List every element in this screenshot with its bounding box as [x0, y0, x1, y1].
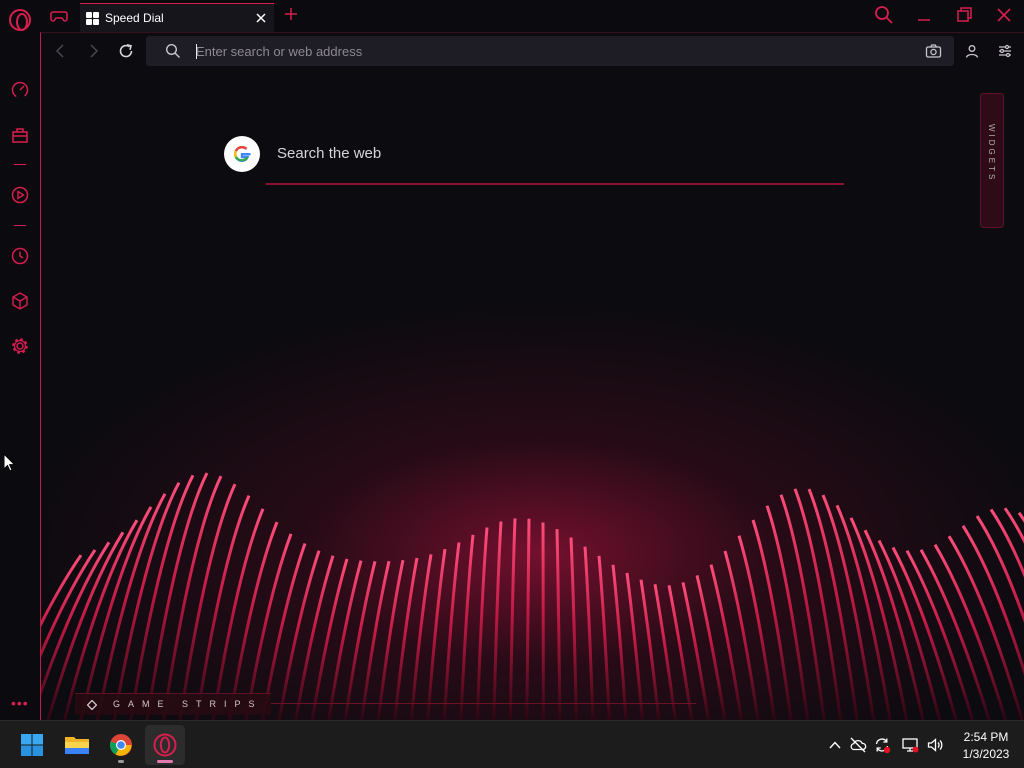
chevron-up-icon[interactable]	[826, 736, 844, 754]
minimize-icon[interactable]	[913, 4, 935, 26]
google-logo	[224, 136, 260, 172]
plus-icon[interactable]	[283, 6, 299, 22]
search-underline	[266, 183, 844, 185]
game-strips-button[interactable]: GAME STRIPS	[75, 693, 271, 715]
controller-icon[interactable]	[50, 8, 68, 24]
wave-strand	[569, 537, 578, 720]
wave-strand	[475, 527, 489, 720]
start-button[interactable]	[12, 725, 52, 765]
wave-strand	[327, 560, 363, 720]
play-circle-icon[interactable]	[9, 184, 31, 206]
windows-taskbar: 2:54 PM 1/3/2023	[0, 720, 1024, 768]
wave-background-art	[41, 472, 1024, 720]
wave-strand	[492, 521, 503, 720]
wave-strand	[211, 508, 265, 720]
address-input[interactable]	[196, 42, 896, 60]
wave-strand	[195, 494, 251, 720]
wave-strand	[821, 494, 876, 720]
wave-strand	[947, 535, 1024, 720]
shopping-bag-icon[interactable]	[9, 124, 31, 146]
wave-strand	[863, 529, 925, 720]
address-toolbar	[41, 33, 1024, 69]
more-icon[interactable]: •••	[11, 695, 29, 711]
wave-strand	[376, 559, 405, 720]
wave-strand	[508, 518, 517, 720]
taskbar-file-explorer[interactable]	[57, 725, 97, 765]
speed-dial-page: Search the web WIDGETS GAME STRIPS	[40, 32, 1024, 720]
wave-strand	[79, 506, 153, 720]
wave-strand	[442, 542, 461, 720]
wave-strand	[723, 550, 760, 720]
wave-strand	[46, 531, 125, 720]
chrome-icon	[109, 734, 132, 756]
wave-strand	[525, 518, 531, 720]
search-icon[interactable]	[873, 4, 895, 26]
game-strips-label: GAME STRIPS	[113, 699, 263, 709]
easy-setup-icon[interactable]	[997, 43, 1013, 59]
active-indicator	[157, 760, 173, 763]
wave-strand	[933, 543, 1008, 720]
sync-icon[interactable]	[873, 736, 891, 754]
profile-icon[interactable]	[964, 43, 980, 59]
folder-icon	[65, 737, 89, 754]
wave-strand	[426, 548, 447, 720]
wave-strand	[611, 564, 628, 720]
opera-gx-icon	[153, 733, 177, 757]
browser-titlebar: Speed Dial	[0, 0, 1024, 32]
volume-icon[interactable]	[926, 736, 944, 754]
search-icon	[165, 43, 180, 58]
search-the-web-input[interactable]: Search the web	[277, 145, 381, 162]
tab-speed-dial[interactable]: Speed Dial	[80, 3, 274, 32]
opera-gx-logo[interactable]	[9, 9, 31, 31]
wave-strand	[583, 546, 595, 720]
maximize-icon[interactable]	[953, 4, 975, 26]
network-icon[interactable]	[901, 736, 919, 754]
wave-strand	[360, 560, 391, 720]
gear-icon[interactable]	[9, 335, 31, 357]
close-icon[interactable]	[993, 4, 1015, 26]
reload-icon[interactable]	[116, 41, 136, 61]
address-bar[interactable]	[146, 36, 954, 66]
diamond-icon	[87, 700, 97, 710]
wave-strand	[695, 575, 727, 720]
wave-strand	[228, 521, 279, 720]
speed-dial-grid-icon	[86, 11, 99, 25]
system-clock[interactable]: 2:54 PM 1/3/2023	[955, 729, 1017, 763]
google-g-icon	[234, 145, 251, 163]
speedometer-icon[interactable]	[9, 79, 31, 101]
back-icon[interactable]	[51, 41, 71, 61]
mouse-cursor	[3, 453, 16, 472]
wave-strand	[343, 561, 377, 720]
wave-strand	[597, 555, 611, 720]
taskbar-chrome[interactable]	[101, 725, 141, 765]
sidebar-separator	[14, 225, 26, 226]
wave-strand	[625, 572, 644, 720]
widgets-label: WIDGETS	[987, 124, 996, 183]
close-icon[interactable]	[254, 11, 268, 25]
cloud-off-icon[interactable]	[849, 736, 867, 754]
wave-strand	[681, 582, 710, 720]
wave-strand	[555, 529, 562, 720]
tab-title: Speed Dial	[105, 11, 164, 25]
taskbar-opera-gx[interactable]	[145, 725, 185, 765]
clock-time: 2:54 PM	[963, 730, 1009, 744]
game-strips-divider	[271, 703, 696, 704]
clock-icon[interactable]	[9, 245, 31, 267]
widgets-tab[interactable]: WIDGETS	[980, 93, 1004, 228]
sidebar-separator	[14, 164, 26, 165]
running-indicator	[118, 760, 124, 763]
text-caret	[196, 44, 197, 59]
desktop-screen: Speed Dial ••• Enter search or web addre…	[0, 0, 1024, 768]
sidebar: •••	[0, 32, 40, 720]
forward-icon[interactable]	[83, 41, 103, 61]
wave-strand	[63, 519, 139, 720]
wave-strand	[709, 564, 743, 720]
wave-strand	[975, 515, 1024, 623]
wave-strand	[737, 535, 776, 720]
wave-strand	[459, 534, 475, 720]
clock-date: 1/3/2023	[962, 747, 1010, 761]
cube-icon[interactable]	[9, 290, 31, 312]
windows-logo-icon	[21, 734, 43, 756]
camera-icon[interactable]	[925, 43, 942, 59]
